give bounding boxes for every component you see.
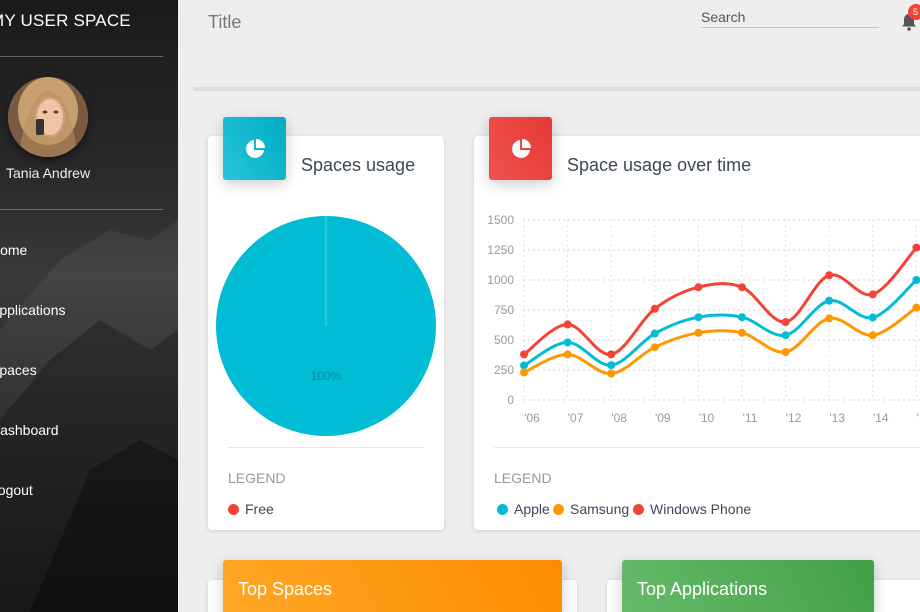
x-tick-label: '11 xyxy=(743,411,758,425)
legend-title: LEGEND xyxy=(494,470,552,486)
x-tick-label: '12 xyxy=(786,411,802,425)
legend-label: Free xyxy=(245,501,274,517)
legend-dot xyxy=(553,503,564,515)
data-point xyxy=(781,348,790,356)
sidebar-item-spaces[interactable]: Spaces xyxy=(0,362,37,378)
sidebar-divider xyxy=(0,209,163,210)
legend-item-windows-phone: Windows Phone xyxy=(633,501,751,517)
sidebar-divider xyxy=(0,56,163,57)
card-title: Space usage over time xyxy=(567,155,752,175)
data-point xyxy=(738,283,746,292)
data-point xyxy=(607,350,616,359)
y-tick-label: 1000 xyxy=(487,273,514,287)
x-tick-label: '14 xyxy=(873,411,889,425)
line-chart: 0 250 500 750 1000 1250 1500 '06 '07 '08 '09 '10 '11… xyxy=(487,213,920,425)
sidebar-item-logout[interactable]: Logout xyxy=(0,482,33,498)
legend-item-samsung: Samsung xyxy=(553,501,629,517)
y-tick-label: 1250 xyxy=(487,243,514,257)
data-point xyxy=(694,313,703,322)
data-point xyxy=(868,331,877,340)
sidebar-item-dashboard[interactable]: Dashboard xyxy=(0,422,59,438)
legend-item-free: Free xyxy=(228,501,274,517)
data-point xyxy=(868,313,877,322)
data-point xyxy=(738,328,746,337)
data-point xyxy=(868,290,877,299)
legend-dot xyxy=(633,503,644,515)
data-point xyxy=(520,350,528,359)
series-line xyxy=(523,246,918,356)
page-title: Title xyxy=(208,12,242,32)
sidebar: MY USER SPACE Tania Andrew Home Applicat… xyxy=(0,0,178,612)
pie-chart-icon xyxy=(489,117,552,180)
legend-title: LEGEND xyxy=(228,470,286,486)
card-title: Top Applications xyxy=(637,579,768,599)
data-point xyxy=(825,271,834,280)
x-tick-label: '10 xyxy=(699,411,715,425)
y-tick-label: 0 xyxy=(507,393,514,407)
legend-dot xyxy=(228,503,239,515)
series-line xyxy=(523,278,918,367)
x-tick-label: '07 xyxy=(568,411,584,425)
legend-label: Apple xyxy=(514,501,550,517)
data-point xyxy=(607,369,616,378)
data-point xyxy=(694,328,703,337)
data-point xyxy=(650,329,659,338)
data-point xyxy=(825,296,834,305)
x-tick-label: '15 xyxy=(917,411,920,425)
series-line xyxy=(523,306,918,376)
header-divider xyxy=(193,87,920,91)
x-tick-label: '09 xyxy=(655,411,671,425)
sidebar-item-applications[interactable]: Applications xyxy=(0,302,66,318)
pie-chart-icon xyxy=(223,117,286,180)
data-point xyxy=(563,320,572,329)
y-tick-label: 750 xyxy=(494,303,514,317)
y-tick-label: 500 xyxy=(494,333,514,347)
data-point xyxy=(781,318,790,326)
user-name[interactable]: Tania Andrew xyxy=(6,165,90,181)
legend-item-apple: Apple xyxy=(497,501,550,517)
data-point xyxy=(563,338,572,347)
card-divider xyxy=(228,447,424,448)
card-divider xyxy=(494,447,920,448)
data-point xyxy=(650,343,659,352)
avatar[interactable] xyxy=(8,77,88,157)
notification-badge: 5 xyxy=(908,4,920,20)
card-title: Spaces usage xyxy=(301,155,416,175)
x-tick-label: '13 xyxy=(829,411,845,425)
x-tick-label: '06 xyxy=(524,411,540,425)
legend-dot xyxy=(497,503,508,515)
pie-chart: 100% xyxy=(216,216,436,436)
legend-label: Windows Phone xyxy=(650,501,752,517)
y-tick-label: 1500 xyxy=(487,213,514,227)
y-tick-label: 250 xyxy=(494,363,514,377)
pie-data-label: 100% xyxy=(311,369,342,383)
brand-title[interactable]: MY USER SPACE xyxy=(0,11,131,31)
search-input[interactable] xyxy=(701,6,879,28)
data-point xyxy=(781,331,790,340)
sidebar-item-home[interactable]: Home xyxy=(0,242,27,258)
data-point xyxy=(520,368,528,377)
data-point xyxy=(520,361,528,370)
card-title: Top Spaces xyxy=(238,579,333,599)
data-point xyxy=(563,350,572,359)
data-point xyxy=(738,313,746,322)
data-point xyxy=(694,283,703,292)
data-point xyxy=(825,314,834,323)
x-tick-label: '08 xyxy=(611,411,627,425)
legend-label: Samsung xyxy=(570,501,630,517)
data-point xyxy=(650,304,659,313)
data-point xyxy=(607,361,616,370)
